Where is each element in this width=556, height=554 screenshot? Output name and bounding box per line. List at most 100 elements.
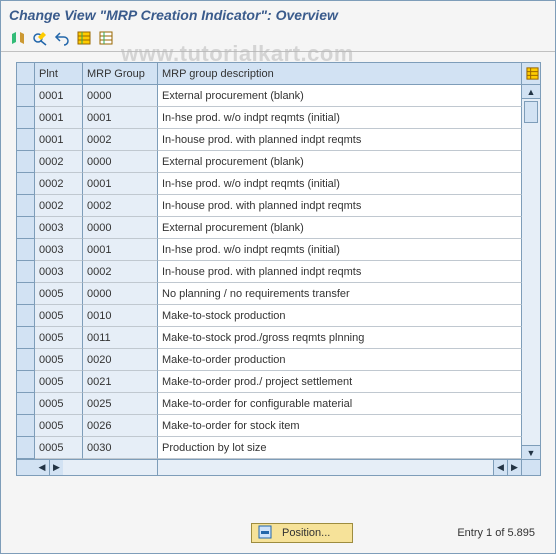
table-row[interactable]: 00050000No planning / no requirements tr…	[17, 283, 522, 305]
position-button[interactable]: Position...	[251, 523, 353, 543]
cell-mrp-group[interactable]: 0001	[83, 107, 158, 129]
table-row[interactable]: 00030002In-house prod. with planned indp…	[17, 261, 522, 283]
cell-plnt[interactable]: 0003	[35, 261, 83, 283]
table-row[interactable]: 00050030Production by lot size	[17, 437, 522, 459]
scroll-up-button[interactable]: ▲	[522, 85, 540, 99]
row-selector[interactable]	[17, 327, 35, 349]
row-selector[interactable]	[17, 173, 35, 195]
cell-mrp-group[interactable]: 0030	[83, 437, 158, 459]
row-selector[interactable]	[17, 393, 35, 415]
cell-mrp-group[interactable]: 0001	[83, 239, 158, 261]
cell-mrp-group[interactable]: 0002	[83, 195, 158, 217]
table-row[interactable]: 00010002In-house prod. with planned indp…	[17, 129, 522, 151]
hscroll-main[interactable]: ◀ ▶	[158, 460, 522, 475]
table-row[interactable]: 00020000External procurement (blank)	[17, 151, 522, 173]
cell-plnt[interactable]: 0002	[35, 151, 83, 173]
hscroll-right-fixed[interactable]: ▶	[49, 460, 63, 475]
row-selector[interactable]	[17, 217, 35, 239]
table-row[interactable]: 00050021Make-to-order prod./ project set…	[17, 371, 522, 393]
row-selector[interactable]	[17, 261, 35, 283]
cell-plnt[interactable]: 0003	[35, 239, 83, 261]
table-row[interactable]: 00050010Make-to-stock production	[17, 305, 522, 327]
hscroll-fixed-cols[interactable]: ◀ ▶	[35, 460, 158, 475]
cell-mrp-group[interactable]: 0002	[83, 129, 158, 151]
cell-mrp-group-desc[interactable]: Make-to-order prod./ project settlement	[158, 371, 522, 393]
table-row[interactable]: 00050020Make-to-order production	[17, 349, 522, 371]
hscroll-right-main[interactable]: ▶	[507, 460, 521, 475]
cell-plnt[interactable]: 0005	[35, 305, 83, 327]
col-header-mrp-group-desc[interactable]: MRP group description	[158, 63, 522, 85]
table-row[interactable]: 00050026Make-to-order for stock item	[17, 415, 522, 437]
cell-mrp-group[interactable]: 0000	[83, 283, 158, 305]
vertical-scrollbar[interactable]: ▲ ▼	[522, 85, 540, 459]
cell-mrp-group[interactable]: 0026	[83, 415, 158, 437]
cell-mrp-group[interactable]: 0001	[83, 173, 158, 195]
row-selector[interactable]	[17, 129, 35, 151]
cell-mrp-group[interactable]: 0002	[83, 261, 158, 283]
cell-mrp-group-desc[interactable]: Make-to-stock production	[158, 305, 522, 327]
cell-plnt[interactable]: 0005	[35, 437, 83, 459]
cell-plnt[interactable]: 0005	[35, 371, 83, 393]
cell-plnt[interactable]: 0001	[35, 85, 83, 107]
row-selector[interactable]	[17, 349, 35, 371]
cell-mrp-group-desc[interactable]: External procurement (blank)	[158, 85, 522, 107]
table-row[interactable]: 00030001In-hse prod. w/o indpt reqmts (i…	[17, 239, 522, 261]
row-selector[interactable]	[17, 415, 35, 437]
table-row[interactable]: 00030000External procurement (blank)	[17, 217, 522, 239]
cell-mrp-group-desc[interactable]: Make-to-stock prod./gross reqmts plnning	[158, 327, 522, 349]
cell-mrp-group-desc[interactable]: In-hse prod. w/o indpt reqmts (initial)	[158, 239, 522, 261]
cell-mrp-group[interactable]: 0025	[83, 393, 158, 415]
cell-mrp-group-desc[interactable]: Make-to-order for stock item	[158, 415, 522, 437]
cell-mrp-group-desc[interactable]: In-house prod. with planned indpt reqmts	[158, 261, 522, 283]
table-row[interactable]: 00010000External procurement (blank)	[17, 85, 522, 107]
select-all-button[interactable]	[75, 29, 93, 47]
col-header-plnt[interactable]: Plnt	[35, 63, 83, 85]
cell-mrp-group-desc[interactable]: External procurement (blank)	[158, 217, 522, 239]
cell-plnt[interactable]: 0005	[35, 349, 83, 371]
cell-plnt[interactable]: 0003	[35, 217, 83, 239]
table-settings-button[interactable]	[522, 63, 540, 85]
cell-mrp-group-desc[interactable]: In-hse prod. w/o indpt reqmts (initial)	[158, 173, 522, 195]
scroll-down-button[interactable]: ▼	[522, 445, 540, 459]
table-row[interactable]: 00020001In-hse prod. w/o indpt reqmts (i…	[17, 173, 522, 195]
cell-mrp-group[interactable]: 0010	[83, 305, 158, 327]
row-selector[interactable]	[17, 371, 35, 393]
cell-plnt[interactable]: 0001	[35, 129, 83, 151]
table-row[interactable]: 00010001In-hse prod. w/o indpt reqmts (i…	[17, 107, 522, 129]
row-selector[interactable]	[17, 85, 35, 107]
cell-mrp-group-desc[interactable]: External procurement (blank)	[158, 151, 522, 173]
cell-mrp-group[interactable]: 0021	[83, 371, 158, 393]
cell-mrp-group-desc[interactable]: In-hse prod. w/o indpt reqmts (initial)	[158, 107, 522, 129]
cell-plnt[interactable]: 0005	[35, 393, 83, 415]
table-row[interactable]: 00050011Make-to-stock prod./gross reqmts…	[17, 327, 522, 349]
cell-plnt[interactable]: 0001	[35, 107, 83, 129]
cell-mrp-group-desc[interactable]: Production by lot size	[158, 437, 522, 459]
row-selector[interactable]	[17, 283, 35, 305]
cell-mrp-group[interactable]: 0011	[83, 327, 158, 349]
row-selector-header[interactable]	[17, 63, 35, 85]
cell-mrp-group[interactable]: 0000	[83, 217, 158, 239]
table-row[interactable]: 00020002In-house prod. with planned indp…	[17, 195, 522, 217]
cell-mrp-group-desc[interactable]: In-house prod. with planned indpt reqmts	[158, 129, 522, 151]
cell-mrp-group[interactable]: 0000	[83, 151, 158, 173]
cell-plnt[interactable]: 0005	[35, 327, 83, 349]
col-header-mrp-group[interactable]: MRP Group	[83, 63, 158, 85]
cell-plnt[interactable]: 0002	[35, 173, 83, 195]
hscroll-left-main[interactable]: ◀	[493, 460, 507, 475]
table-row[interactable]: 00050025Make-to-order for configurable m…	[17, 393, 522, 415]
hscroll-left-fixed[interactable]: ◀	[35, 460, 49, 475]
vertical-scroll-track[interactable]	[522, 99, 540, 445]
cell-mrp-group[interactable]: 0020	[83, 349, 158, 371]
undo-button[interactable]	[53, 29, 71, 47]
cell-plnt[interactable]: 0005	[35, 283, 83, 305]
row-selector[interactable]	[17, 195, 35, 217]
other-view-button[interactable]	[9, 29, 27, 47]
cell-plnt[interactable]: 0005	[35, 415, 83, 437]
vertical-scroll-thumb[interactable]	[524, 101, 538, 123]
row-selector[interactable]	[17, 107, 35, 129]
row-selector[interactable]	[17, 239, 35, 261]
cell-mrp-group-desc[interactable]: Make-to-order production	[158, 349, 522, 371]
cell-mrp-group[interactable]: 0000	[83, 85, 158, 107]
row-selector[interactable]	[17, 305, 35, 327]
display-change-toggle-button[interactable]	[31, 29, 49, 47]
